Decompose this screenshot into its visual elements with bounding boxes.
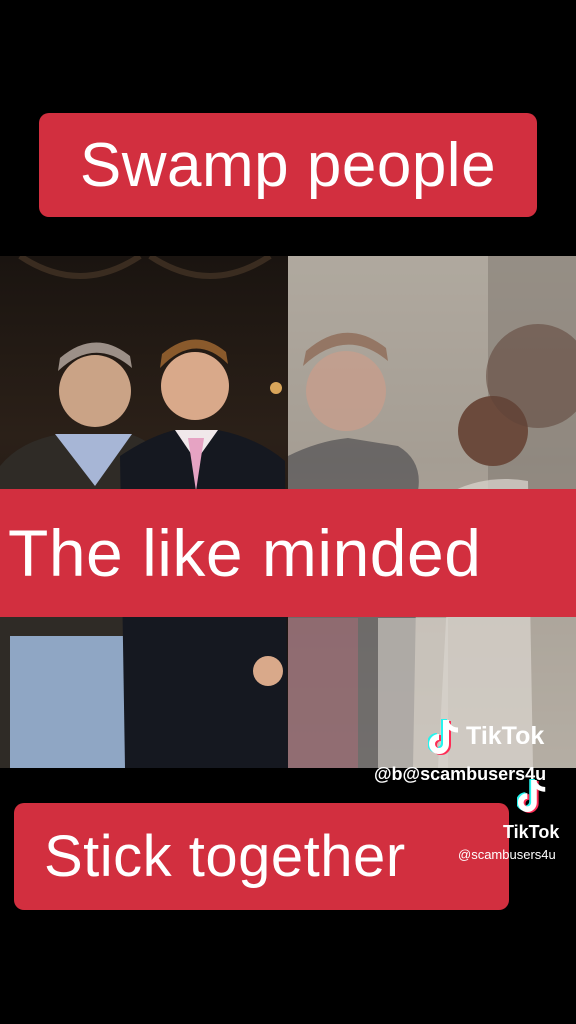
tiktok-logo-icon bbox=[427, 718, 462, 761]
caption-middle: The like minded bbox=[0, 489, 576, 617]
tiktok-brand-1: TikTok bbox=[466, 722, 545, 750]
tiktok-brand-2: TikTok bbox=[503, 822, 560, 842]
caption-bottom-text: Stick together bbox=[44, 824, 406, 889]
caption-bottom: Stick together bbox=[14, 803, 509, 910]
caption-top-text: Swamp people bbox=[79, 130, 497, 200]
caption-middle-text: The like minded bbox=[8, 516, 482, 590]
tiktok-handle-2: @scambusers4u bbox=[458, 847, 556, 862]
caption-top: Swamp people bbox=[39, 113, 537, 217]
tiktok-logo-icon bbox=[516, 777, 549, 820]
